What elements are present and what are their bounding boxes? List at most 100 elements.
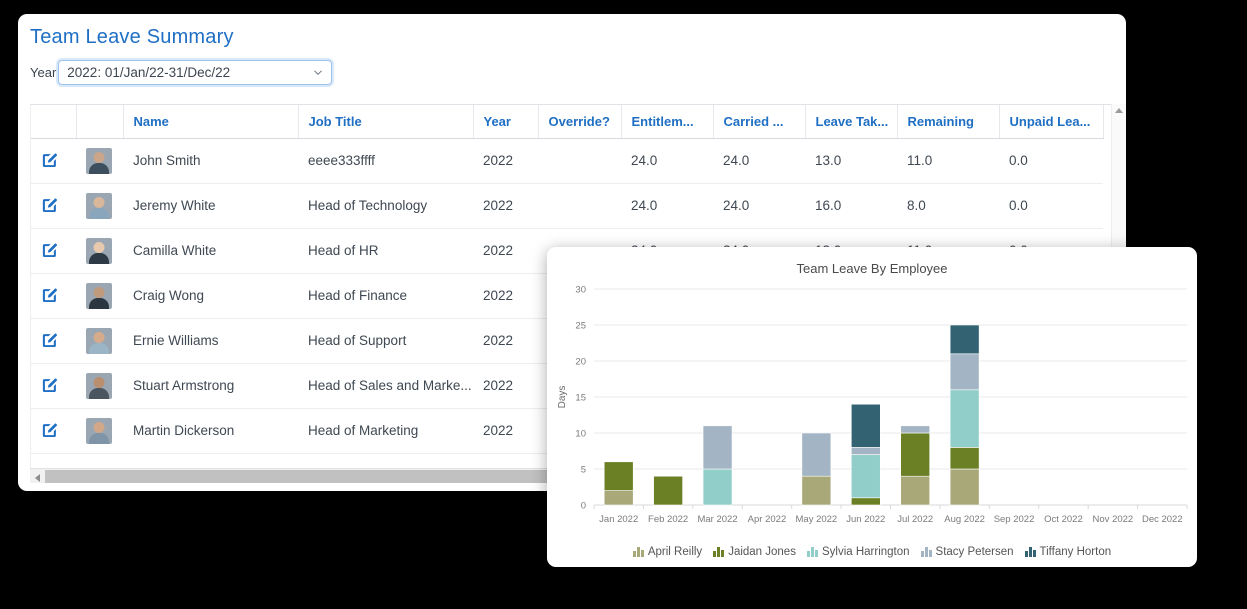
table-row[interactable]: John Smith eeee333ffff 2022 24.0 24.0 13.0 11.… (31, 138, 1103, 184)
bar-segment[interactable] (702, 468, 733, 506)
cell-carried: 24.0 (713, 183, 805, 229)
bar-chart-icon (632, 547, 644, 557)
edit-icon[interactable] (41, 197, 66, 214)
legend-item[interactable]: Jaidan Jones (713, 546, 796, 558)
edit-cell[interactable] (31, 228, 76, 274)
col-header-remaining[interactable]: Remaining (897, 105, 1000, 139)
col-header-avatar[interactable] (76, 105, 124, 139)
col-header-leave-taken[interactable]: Leave Tak... (805, 105, 898, 139)
cell-year: 2022 (473, 228, 538, 274)
x-axis-tick-label: Dec 2022 (1142, 514, 1183, 525)
col-header-carried[interactable]: Carried ... (713, 105, 806, 139)
edit-cell[interactable] (31, 273, 76, 319)
scroll-up-arrow-icon[interactable] (1115, 108, 1123, 113)
table-header-row: Name Job Title Year Override? Entitlem..… (31, 105, 1104, 139)
bar-chart-icon (1024, 547, 1036, 557)
y-axis-tick-label: 0 (581, 501, 586, 512)
cell-job-title: Head of Marketing (298, 408, 473, 454)
bar-segment[interactable] (702, 425, 733, 470)
bar-segment[interactable] (850, 454, 881, 499)
bar-segment[interactable] (949, 353, 980, 391)
bar-segment[interactable] (850, 447, 881, 455)
col-header-entitlement[interactable]: Entitlem... (621, 105, 714, 139)
x-axis-tick-label: May 2022 (796, 514, 838, 525)
bar-segment[interactable] (801, 432, 832, 477)
avatar-cell (76, 408, 123, 454)
scroll-left-arrow-icon[interactable] (35, 474, 40, 482)
bar-segment[interactable] (801, 475, 832, 506)
edit-icon[interactable] (41, 332, 66, 349)
chart-legend: April Reilly Jaidan Jones Sylvia Harringto… (547, 546, 1197, 558)
col-header-job-title[interactable]: Job Title (298, 105, 474, 139)
edit-icon[interactable] (41, 377, 66, 394)
legend-label: Stacy Petersen (935, 546, 1014, 558)
cell-leave-taken: 13.0 (805, 138, 897, 184)
cell-name: Camilla White (123, 228, 298, 274)
avatar (86, 372, 112, 399)
avatar (86, 282, 112, 309)
table-row[interactable]: Jeremy White Head of Technology 2022 24.0 24… (31, 183, 1103, 229)
y-axis-tick-label: 30 (575, 285, 586, 296)
cell-job-title: Head of Technology (298, 183, 473, 229)
cell-name: Jeremy White (123, 183, 298, 229)
edit-icon[interactable] (41, 152, 66, 169)
edit-cell[interactable] (31, 318, 76, 364)
bar-segment[interactable] (949, 324, 980, 355)
edit-cell[interactable] (31, 183, 76, 229)
x-axis-tick-label: Feb 2022 (648, 514, 688, 525)
col-header-year[interactable]: Year (473, 105, 539, 139)
year-select[interactable]: 2022: 01/Jan/22-31/Dec/22 (58, 60, 333, 85)
col-header-edit[interactable] (31, 105, 77, 139)
edit-cell[interactable] (31, 138, 76, 184)
x-axis-tick-label: Oct 2022 (1044, 514, 1083, 525)
legend-item[interactable]: Tiffany Horton (1024, 546, 1111, 558)
cell-entitlement: 24.0 (621, 183, 713, 229)
cell-year: 2022 (473, 408, 538, 454)
legend-item[interactable]: Sylvia Harrington (806, 546, 910, 558)
edit-icon[interactable] (41, 287, 66, 304)
cell-job-title: eeee333ffff (298, 138, 473, 184)
col-header-override[interactable]: Override? (538, 105, 622, 139)
year-filter-row: Year 2022: 01/Jan/22-31/Dec/22 (30, 60, 333, 85)
col-header-name[interactable]: Name (123, 105, 299, 139)
edit-icon[interactable] (41, 422, 66, 439)
avatar (86, 327, 112, 354)
cell-name: Martin Dickerson (123, 408, 298, 454)
bar-segment[interactable] (949, 468, 980, 506)
cell-remaining: 8.0 (897, 183, 999, 229)
bar-segment[interactable] (949, 389, 980, 448)
avatar-cell (76, 138, 123, 184)
bar-chart-icon (920, 547, 932, 557)
x-axis-tick-label: Jun 2022 (846, 514, 885, 525)
legend-item[interactable]: April Reilly (632, 546, 703, 558)
bar-segment[interactable] (900, 432, 931, 477)
col-header-unpaid[interactable]: Unpaid Lea... (999, 105, 1104, 139)
bar-segment[interactable] (850, 403, 881, 448)
legend-label: Jaidan Jones (728, 546, 796, 558)
bar-segment[interactable] (850, 497, 881, 506)
edit-icon[interactable] (41, 242, 66, 259)
bar-segment[interactable] (900, 475, 931, 506)
bar-segment[interactable] (603, 461, 634, 491)
cell-unpaid: 0.0 (999, 138, 1103, 184)
edit-cell[interactable] (31, 363, 76, 409)
y-axis-tick-label: 5 (581, 465, 586, 476)
cell-year: 2022 (473, 363, 538, 409)
bar-segment[interactable] (900, 425, 931, 434)
x-axis-tick-label: Aug 2022 (944, 514, 985, 525)
avatar-cell (76, 228, 123, 274)
bar-segment[interactable] (949, 447, 980, 470)
edit-cell[interactable] (31, 408, 76, 454)
bar-segment[interactable] (603, 490, 634, 506)
bar-segment[interactable] (653, 475, 683, 506)
legend-item[interactable]: Stacy Petersen (920, 546, 1014, 558)
legend-label: April Reilly (647, 546, 703, 558)
avatar-cell (76, 318, 123, 364)
cell-remaining: 11.0 (897, 138, 999, 184)
avatar-cell (76, 363, 123, 409)
avatar (86, 147, 112, 174)
y-axis-tick-label: 15 (575, 393, 586, 404)
x-axis-tick-label: Nov 2022 (1093, 514, 1134, 525)
avatar (86, 417, 112, 444)
cell-leave-taken: 16.0 (805, 183, 897, 229)
